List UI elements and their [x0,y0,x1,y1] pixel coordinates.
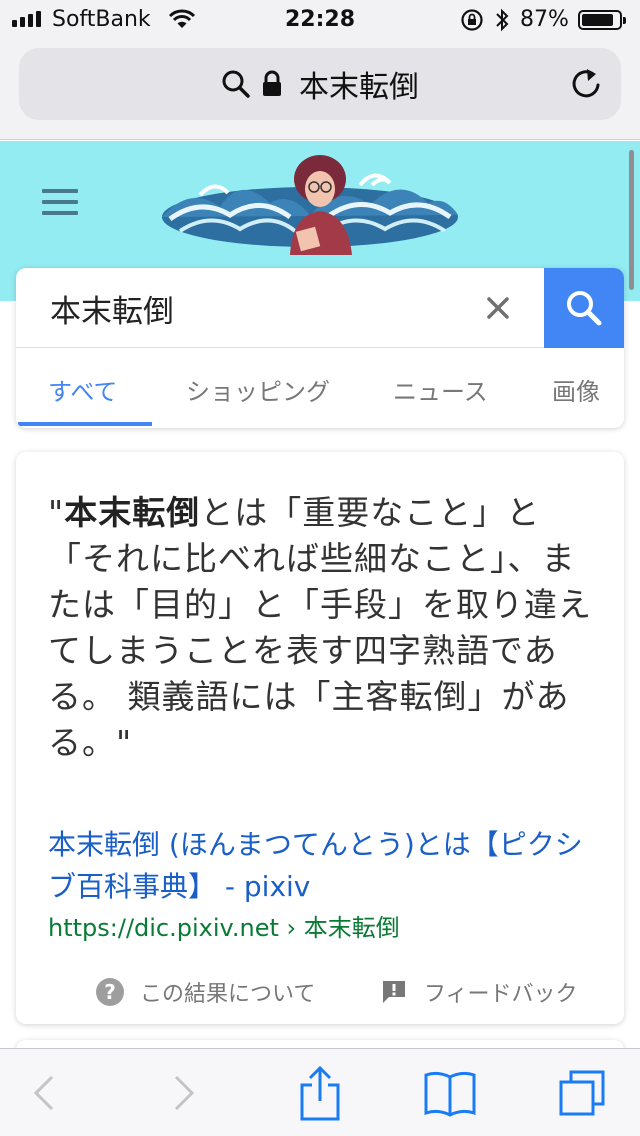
google-doodle[interactable] [160,145,460,255]
tab-all[interactable]: すべて [48,372,117,407]
snippet-keyword: 本末転倒 [64,493,201,532]
tabs-icon [559,1070,605,1116]
address-bar[interactable]: 本末転倒 [19,48,621,120]
tab-shopping[interactable]: ショッピング [186,372,330,407]
tabs-button[interactable] [552,1063,612,1123]
status-bar: SoftBank 22:28 87% [0,0,640,40]
tab-news[interactable]: ニュース [393,372,488,407]
reload-icon[interactable] [569,66,603,102]
hamburger-menu-icon[interactable] [42,189,78,215]
bookmarks-icon [424,1071,476,1117]
chevron-left-icon [33,1075,54,1111]
featured-snippet-card: "本末転倒とは「重要なこと」と「それに比べれば些細なこと」、または「目的」と「手… [16,452,624,1024]
close-icon[interactable] [482,292,514,324]
battery-percent: 87% [520,7,569,32]
feedback-button[interactable]: フィードバック [380,976,578,1008]
share-button[interactable] [290,1063,350,1123]
tab-images[interactable]: 画像 [552,372,600,407]
address-text: 本末転倒 [299,70,419,105]
battery-icon [578,10,626,30]
result-url[interactable]: https://dic.pixiv.net › 本末転倒 [48,908,400,943]
search-card: すべて ショッピング ニュース 画像 [16,268,624,428]
address-area: 本末転倒 [0,40,640,140]
about-result-button[interactable]: ? この結果について [96,976,315,1008]
search-row [16,268,624,348]
bookmarks-button[interactable] [420,1063,480,1123]
back-button[interactable] [14,1063,74,1123]
result-title-link[interactable]: 本末転倒 (ほんまつてんとう)とは【ピクシブ百科事典】 - pixiv [48,824,598,908]
snippet-text: "本末転倒とは「重要なこと」と「それに比べれば些細なこと」、または「目的」と「手… [48,493,592,762]
bluetooth-icon [496,8,509,32]
scroll-indicator[interactable] [629,150,634,290]
feedback-label: フィードバック [424,982,578,1007]
about-result-label: この結果について [140,982,316,1007]
rotation-lock-icon [461,9,483,31]
active-tab-indicator [18,422,152,426]
search-input[interactable] [48,282,468,334]
lock-icon [263,70,281,96]
search-icon [567,291,602,326]
bottom-toolbar [0,1048,640,1136]
feedback-icon [383,981,405,1003]
forward-button[interactable] [154,1063,214,1123]
question-circle-icon: ? [96,978,124,1006]
share-icon [300,1065,340,1121]
search-button[interactable] [544,268,624,348]
search-icon [222,70,250,98]
search-tabs: すべて ショッピング ニュース 画像 [16,348,624,428]
chevron-right-icon [174,1075,195,1111]
